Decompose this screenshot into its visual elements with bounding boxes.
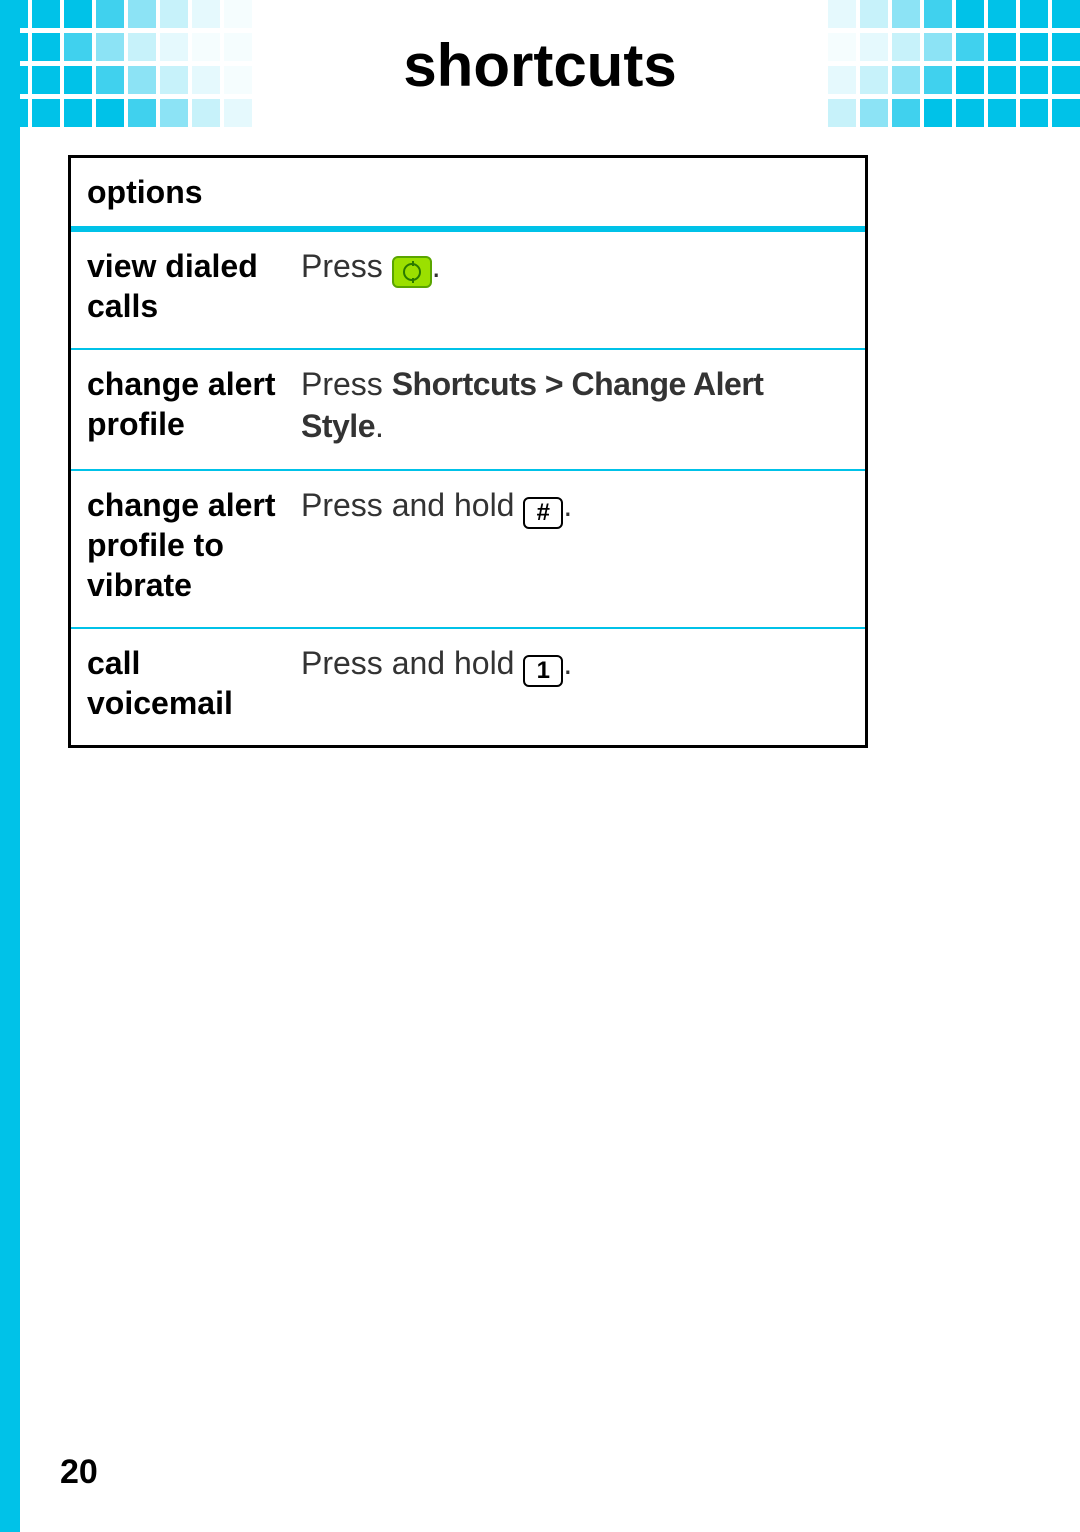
table-header-row: options [71, 158, 865, 230]
row-instruction: Press and hold #. [301, 471, 865, 627]
page-number: 20 [60, 1453, 98, 1492]
table-row: change alert profile Press Shortcuts > C… [71, 348, 865, 469]
shortcuts-table: options view dialed calls Press . change… [68, 155, 868, 748]
table-header-label: options [71, 158, 301, 226]
dial-key-icon [392, 256, 432, 288]
table-row: view dialed calls Press . [71, 230, 865, 348]
left-accent-bar [0, 0, 20, 1532]
header-deco-right [800, 0, 1080, 130]
row-label: call voicemail [71, 629, 301, 745]
hash-key-icon: # [523, 497, 563, 529]
page-title: shortcuts [403, 31, 676, 100]
one-key-icon: 1 [523, 655, 563, 687]
row-instruction: Press Shortcuts > Change Alert Style. [301, 350, 865, 469]
row-label: change alert profile to vibrate [71, 471, 301, 627]
row-instruction: Press . [301, 232, 865, 348]
header-deco-left [0, 0, 280, 130]
table-row: call voicemail Press and hold 1. [71, 627, 865, 745]
row-instruction: Press and hold 1. [301, 629, 865, 745]
row-label: change alert profile [71, 350, 301, 469]
table-row: change alert profile to vibrate Press an… [71, 469, 865, 627]
row-label: view dialed calls [71, 232, 301, 348]
page-header: shortcuts [0, 0, 1080, 130]
